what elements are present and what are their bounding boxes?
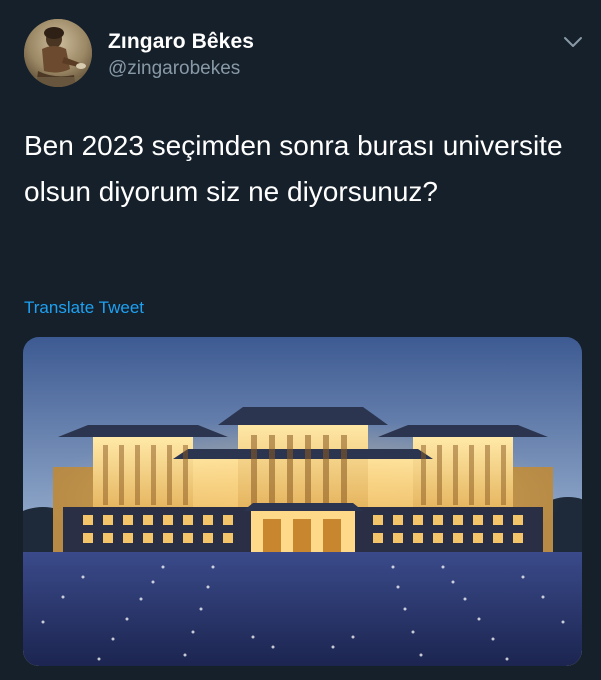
user-handle[interactable]: @zingarobekes — [108, 58, 240, 80]
display-name[interactable]: Zıngaro Bêkes — [108, 30, 254, 54]
tweet-text: Ben 2023 seçimden sonra burası universit… — [24, 130, 563, 207]
palace-photo — [23, 337, 582, 666]
chevron-down-icon[interactable] — [562, 34, 584, 50]
translate-tweet-link[interactable]: Translate Tweet — [24, 298, 144, 318]
avatar-image — [24, 19, 92, 87]
user-avatar[interactable] — [24, 19, 92, 87]
tweet-media-image[interactable] — [23, 337, 582, 666]
tweet-card: Zıngaro Bêkes @zingarobekes Ben 2023 seç… — [0, 0, 601, 680]
